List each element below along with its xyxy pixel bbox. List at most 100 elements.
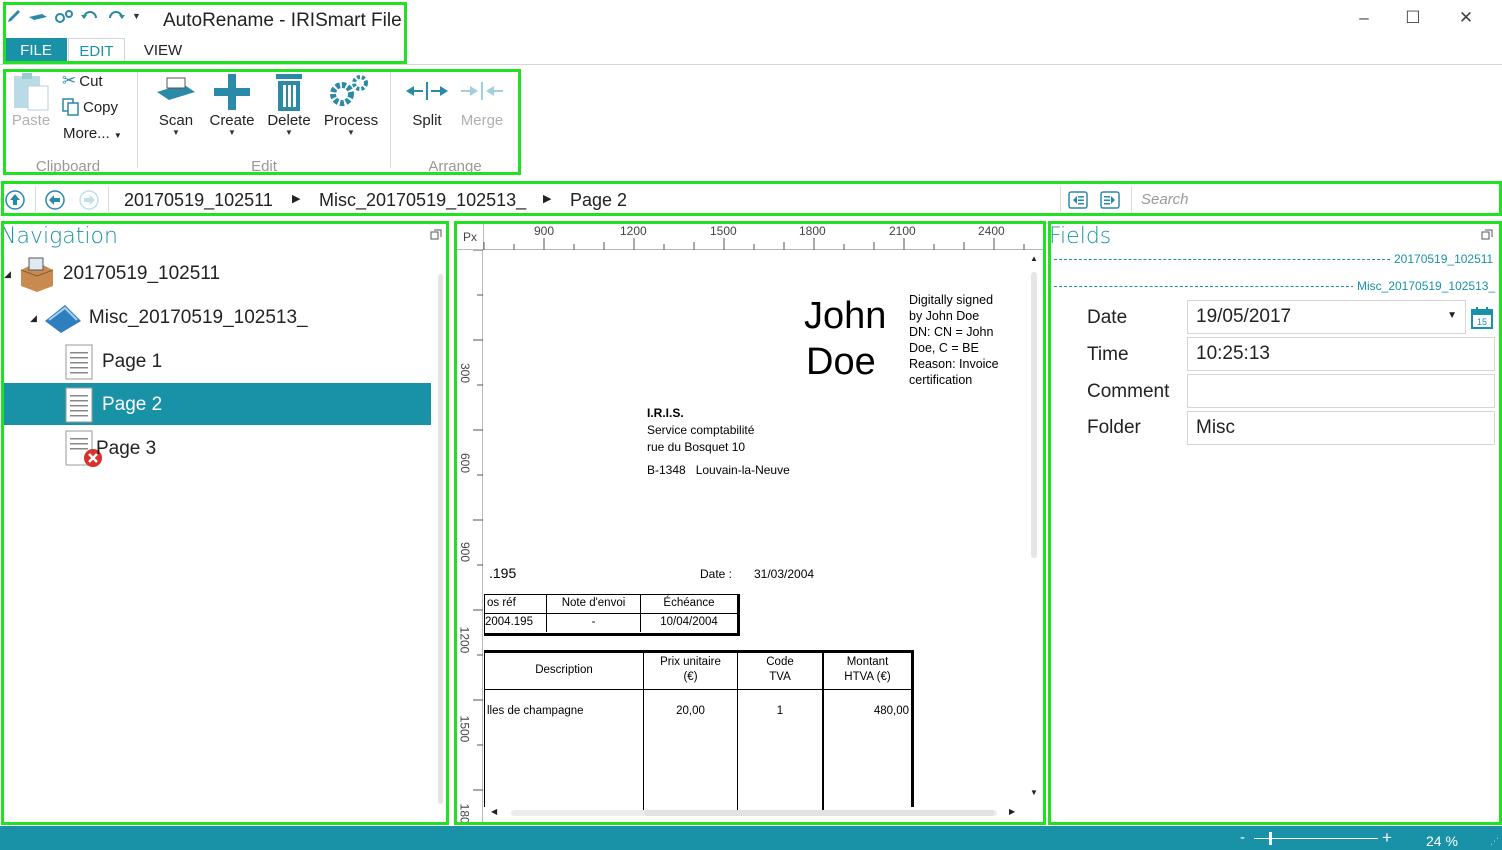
gears-icon <box>330 75 368 106</box>
tree-item-label: Misc_20170519_102513_ <box>88 307 308 328</box>
pen-icon[interactable] <box>6 8 22 24</box>
split-button[interactable]: Split <box>402 72 452 129</box>
delete-button[interactable]: Delete ▼ <box>265 72 313 137</box>
page-canvas: John Doe Digitally signed by John Doe DN… <box>484 252 1034 810</box>
collapse-right-panel-icon[interactable] <box>1099 189 1121 211</box>
breadcrumb-batch[interactable]: 20170519_102511 <box>124 190 273 211</box>
signature-line: Digitally signed <box>909 293 994 307</box>
scan-button[interactable]: Scan ▼ <box>153 72 199 137</box>
comment-field[interactable] <box>1187 374 1495 408</box>
merge-button[interactable]: Merge <box>456 72 508 129</box>
date-label: Date : <box>700 567 733 581</box>
tab-file[interactable]: FILE <box>5 38 67 64</box>
chevron-down-icon[interactable]: ▼ <box>1447 310 1457 321</box>
scrollbar-thumb[interactable] <box>1031 272 1037 558</box>
gears-icon[interactable] <box>54 9 74 23</box>
document-viewer[interactable]: Px 900 1200 1500 1800 2100 2400 300 600 … <box>457 222 1044 823</box>
tab-edit[interactable]: EDIT <box>68 38 125 64</box>
process-button[interactable]: Process ▼ <box>322 72 380 137</box>
toolbar-separator <box>108 186 109 212</box>
chevron-down-icon: ▼ <box>347 128 355 137</box>
scanner-icon[interactable] <box>28 9 48 23</box>
close-button[interactable]: ✕ <box>1446 8 1486 34</box>
scrollbar-thumb[interactable] <box>644 810 994 816</box>
create-button[interactable]: Create ▼ <box>208 72 256 137</box>
date-field[interactable]: 19/05/2017 ▼ <box>1187 300 1466 334</box>
split-icon <box>406 82 448 100</box>
tree-item-page-3[interactable]: Page 3 <box>64 428 156 470</box>
tree-item-batch[interactable]: ◢ 20170519_102511 <box>4 253 220 295</box>
redo-icon[interactable] <box>106 9 126 23</box>
vertical-scrollbar[interactable]: ▲ ▼ <box>1028 254 1040 806</box>
document-divider <box>1054 286 1354 287</box>
plus-icon <box>214 74 250 110</box>
up-arrow-icon[interactable] <box>4 189 26 211</box>
minimize-button[interactable]: – <box>1344 8 1384 34</box>
breadcrumb-page[interactable]: Page 2 <box>570 190 627 211</box>
signature-line: Reason: Invoice <box>909 357 999 371</box>
zoom-level: 24 % <box>1426 833 1458 849</box>
paste-label: Paste <box>11 112 51 129</box>
split-label: Split <box>412 112 442 129</box>
resize-grip-icon[interactable]: ⋰ <box>1490 836 1499 847</box>
window-title: AutoRename - IRISmart File <box>163 10 402 31</box>
scroll-down-icon[interactable]: ▼ <box>1030 788 1038 797</box>
navigation-scrollbar[interactable] <box>437 258 445 818</box>
ruler-label: 1200 <box>457 626 472 654</box>
customize-dropdown-icon[interactable]: ▼ <box>132 11 141 21</box>
ruler-label: 1500 <box>710 224 737 238</box>
ribbon-separator <box>390 72 391 168</box>
restore-panel-icon[interactable] <box>430 229 442 241</box>
collapse-left-panel-icon[interactable] <box>1067 189 1089 211</box>
tab-view[interactable]: VIEW <box>130 38 196 64</box>
table-header-cell: Description <box>485 653 644 689</box>
copy-button[interactable]: Copy <box>62 98 118 116</box>
zoom-in-button[interactable]: + <box>1382 828 1392 848</box>
scroll-left-icon[interactable]: ◀ <box>491 807 497 816</box>
table-cell: 1 <box>738 690 824 810</box>
signature-line: by John Doe <box>909 309 980 323</box>
ruler-label: 2100 <box>889 224 916 238</box>
table-cell: 480,00 <box>873 705 909 717</box>
ribbon-separator <box>137 72 138 168</box>
table-header-cell: Note d'envoi <box>547 595 641 613</box>
undo-icon[interactable] <box>80 9 100 23</box>
tree-item-page-2[interactable]: Page 2 <box>64 384 162 426</box>
scan-label: Scan <box>158 112 194 129</box>
breadcrumb-separator-icon[interactable]: ▶ <box>292 192 300 205</box>
cut-button[interactable]: ✂ Cut <box>62 71 103 91</box>
chevron-down-icon: ▼ <box>228 128 236 137</box>
tree-item-document[interactable]: ◢ Misc_20170519_102513_ <box>30 297 308 339</box>
maximize-button[interactable]: ☐ <box>1393 8 1433 34</box>
zoom-slider-thumb[interactable] <box>1268 832 1272 845</box>
ruler-label: 600 <box>458 452 473 474</box>
address-line: I.R.I.S. <box>647 406 684 420</box>
breadcrumb-separator-icon[interactable]: ▶ <box>543 192 551 205</box>
back-arrow-icon[interactable] <box>44 189 66 211</box>
zoom-out-button[interactable]: - <box>1240 829 1245 846</box>
ruler-label: 300 <box>458 362 473 384</box>
collapse-arrow-icon[interactable]: ◢ <box>4 269 11 280</box>
paste-button[interactable]: Paste <box>8 72 54 129</box>
collapse-arrow-icon[interactable]: ◢ <box>30 313 37 324</box>
ribbon-divider <box>0 64 1502 65</box>
date-value: 31/03/2004 <box>754 567 815 581</box>
breadcrumb-document[interactable]: Misc_20170519_102513_ <box>319 190 526 211</box>
scroll-right-icon[interactable]: ▶ <box>1009 807 1015 816</box>
forward-arrow-icon[interactable] <box>78 189 100 211</box>
fields-title: Fields <box>1049 224 1112 249</box>
more-button[interactable]: More... ▼ <box>63 125 122 142</box>
cut-label: Cut <box>79 72 103 90</box>
quick-access-toolbar: ▼ <box>6 8 141 24</box>
time-label: Time <box>1087 344 1129 365</box>
time-field[interactable]: 10:25:13 <box>1187 337 1495 371</box>
scroll-up-icon[interactable]: ▲ <box>1030 254 1038 263</box>
calendar-icon[interactable]: 15 <box>1470 306 1494 330</box>
restore-panel-icon[interactable] <box>1481 229 1493 241</box>
svg-text:15: 15 <box>1477 317 1487 327</box>
folder-field[interactable]: Misc <box>1187 411 1495 445</box>
horizontal-scrollbar[interactable]: ◀ ▶ <box>489 807 1025 819</box>
search-input[interactable]: Search <box>1131 186 1499 214</box>
tree-item-page-1[interactable]: Page 1 <box>64 341 162 383</box>
zoom-slider-track[interactable] <box>1254 838 1378 839</box>
